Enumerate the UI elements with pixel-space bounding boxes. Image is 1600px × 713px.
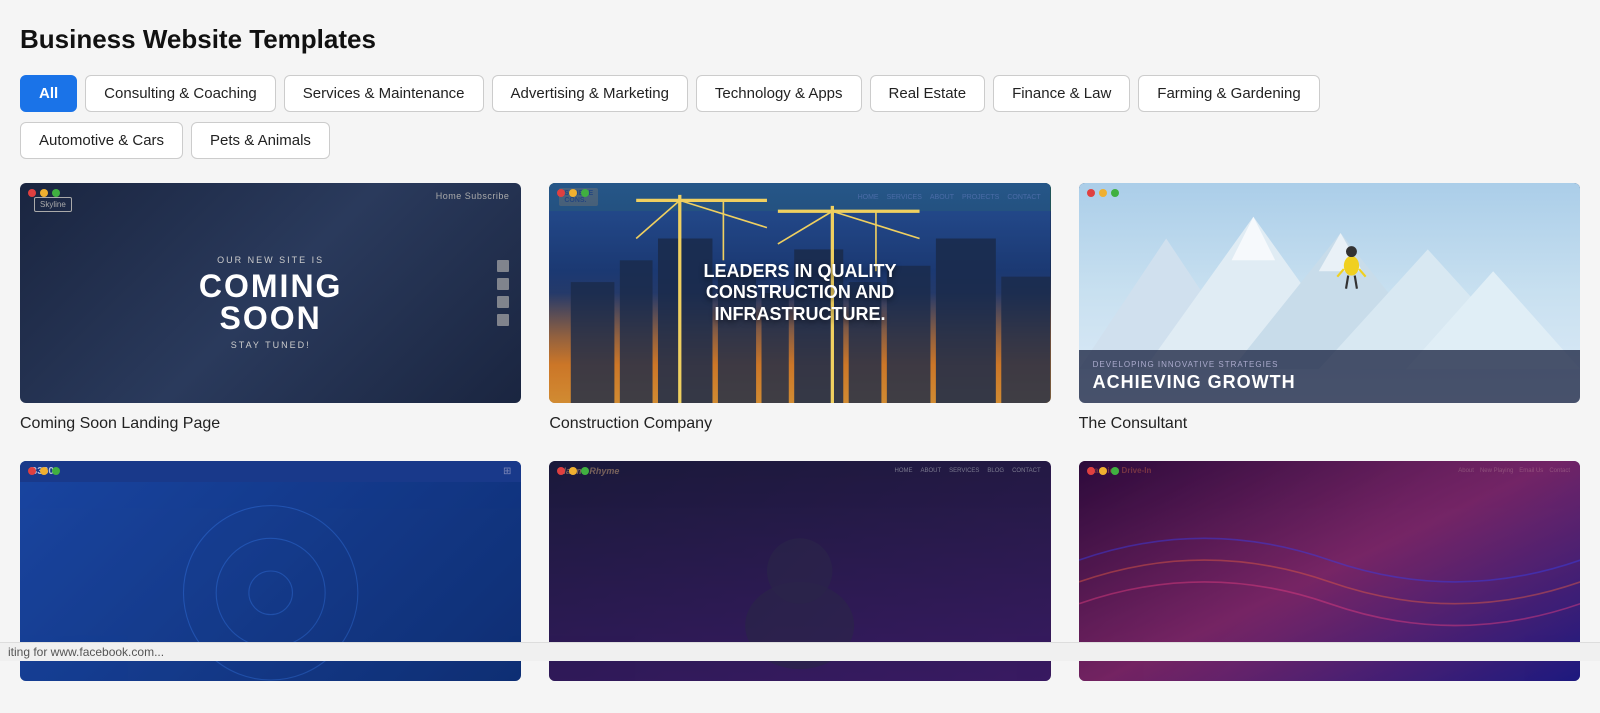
filter-btn-pets[interactable]: Pets & Animals xyxy=(191,122,330,159)
page-title: Business Website Templates xyxy=(20,24,1580,55)
filter-btn-realestate[interactable]: Real Estate xyxy=(870,75,986,112)
cs-nav: Home Subscribe xyxy=(436,191,510,201)
template-card[interactable]: JAMES CONSULTING AboutServicesProjectsGo… xyxy=(1079,183,1580,433)
filter-btn-consulting[interactable]: Consulting & Coaching xyxy=(85,75,276,112)
con-center: LEADERS IN QUALITYCONSTRUCTION ANDINFRAS… xyxy=(549,183,1050,403)
template-name: The Consultant xyxy=(1079,415,1580,433)
filter-btn-advertising[interactable]: Advertising & Marketing xyxy=(492,75,688,112)
filter-btn-finance[interactable]: Finance & Law xyxy=(993,75,1130,112)
filter-btn-automotive[interactable]: Automotive & Cars xyxy=(20,122,183,159)
templates-grid: Skyline Home Subscribe OUR NEW SITE IS C… xyxy=(20,183,1580,693)
window-dots xyxy=(557,189,589,197)
template-card[interactable]: Skyline Home Subscribe OUR NEW SITE IS C… xyxy=(20,183,521,433)
template-name: Coming Soon Landing Page xyxy=(20,415,521,433)
window-dots xyxy=(1087,467,1119,475)
window-dots xyxy=(28,189,60,197)
template-thumb-consultant[interactable]: JAMES CONSULTING AboutServicesProjectsGo… xyxy=(1079,183,1580,403)
filter-bar-row2: Automotive & CarsPets & Animals xyxy=(20,122,1580,159)
window-dots xyxy=(557,467,589,475)
window-dots xyxy=(28,467,60,475)
filter-btn-technology[interactable]: Technology & Apps xyxy=(696,75,862,112)
template-card[interactable]: SPHERECONS. HOMESERVICESABOUTPROJECTSCON… xyxy=(549,183,1050,433)
cs-center: OUR NEW SITE IS COMINGSOON STAY TUNED! xyxy=(199,255,343,351)
template-thumb-coming-soon[interactable]: Skyline Home Subscribe OUR NEW SITE IS C… xyxy=(20,183,521,403)
filter-btn-all[interactable]: All xyxy=(20,75,77,112)
filter-bar: AllConsulting & CoachingServices & Maint… xyxy=(20,75,1580,112)
template-thumb-construction[interactable]: SPHERECONS. HOMESERVICESABOUTPROJECTSCON… xyxy=(549,183,1050,403)
window-dots xyxy=(1087,189,1119,197)
browser-status-bar: iting for www.facebook.com... xyxy=(0,642,1600,661)
con2-bottom: DEVELOPING INNOVATIVE STRATEGIES ACHIEVI… xyxy=(1079,350,1580,403)
template-name: Construction Company xyxy=(549,415,1050,433)
filter-btn-farming[interactable]: Farming & Gardening xyxy=(1138,75,1319,112)
cs-social-icons xyxy=(497,260,509,326)
cs-logo: Skyline xyxy=(34,197,72,212)
filter-btn-services[interactable]: Services & Maintenance xyxy=(284,75,484,112)
